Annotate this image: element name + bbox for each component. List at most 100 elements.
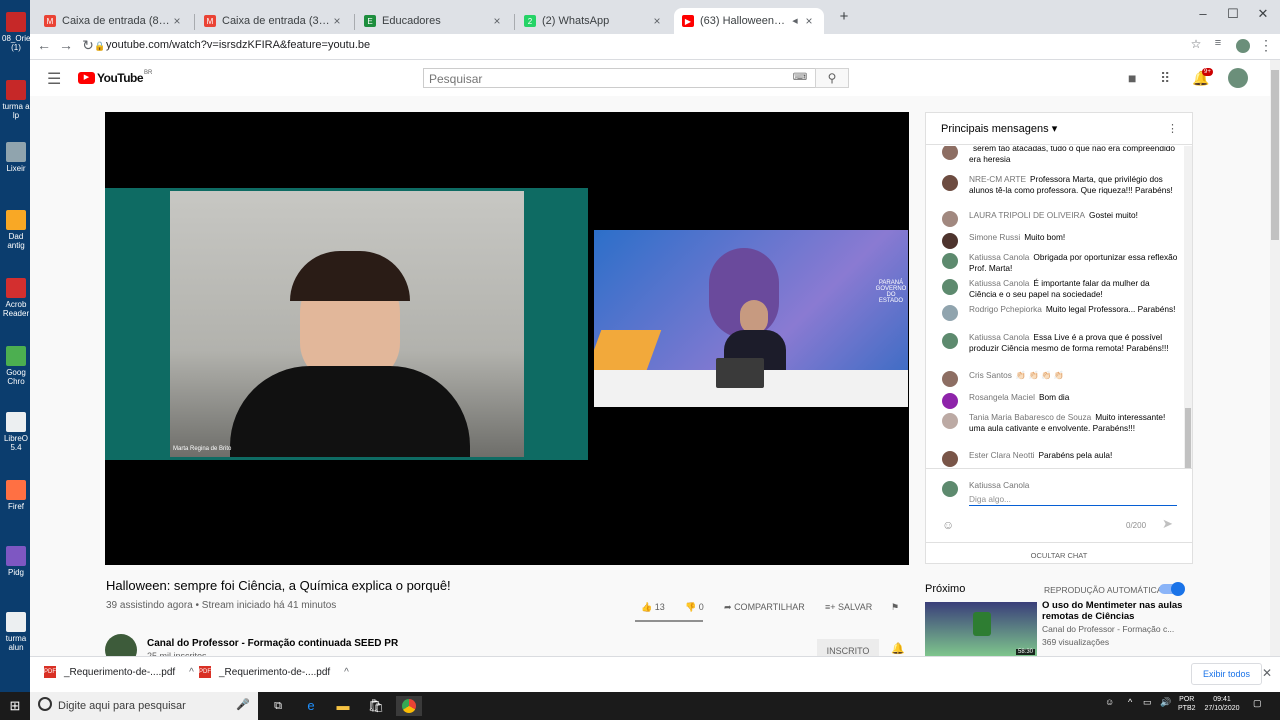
chrome-taskbar-icon[interactable] <box>396 696 422 716</box>
chat-scrollbar[interactable] <box>1184 146 1192 468</box>
hide-chat-button[interactable]: OCULTAR CHAT <box>926 542 1192 560</box>
maximize-button[interactable]: ☐ <box>1218 6 1248 22</box>
desktop-shortcut[interactable]: LibreO 5.4 <box>2 412 30 452</box>
chat-message[interactable]: Katiussa Canola Obrigada por oportunizar … <box>942 252 1178 273</box>
clock[interactable]: 09:41 27/10/2020 <box>1202 695 1242 713</box>
new-tab-button[interactable]: + <box>829 8 859 25</box>
search-input[interactable]: Pesquisar <box>423 68 785 88</box>
account-avatar[interactable] <box>1228 68 1248 88</box>
desktop-shortcut[interactable]: turma a lp <box>2 80 30 120</box>
chat-message[interactable]: Rosangela Maciel Bom dia <box>942 392 1178 409</box>
channel-name[interactable]: Canal do Professor - Formação continuada… <box>147 638 398 649</box>
next-video-channel[interactable]: Canal do Professor - Formação c... <box>1042 624 1190 634</box>
menu-dots-icon[interactable]: ⋮ <box>1256 37 1276 54</box>
page-scrollbar[interactable] <box>1270 60 1280 656</box>
profile-avatar[interactable] <box>1236 39 1250 53</box>
chat-message[interactable]: Simone Russi Muito bom! <box>942 232 1178 249</box>
microphone-icon[interactable]: 🎤 <box>236 698 250 711</box>
browser-tab[interactable]: 2 (2) WhatsApp × <box>516 8 672 34</box>
notification-bell-icon[interactable]: 🔔 <box>891 642 905 655</box>
next-video-title[interactable]: O uso do Mentimeter nas aulas remotas de… <box>1042 600 1190 622</box>
chat-message[interactable]: serem tão atacadas, tudo o que não era c… <box>942 146 1178 164</box>
chat-input[interactable]: Diga algo... <box>969 492 1177 506</box>
close-tab-icon[interactable]: × <box>330 14 344 28</box>
emoji-icon[interactable]: ☺ <box>942 518 954 532</box>
back-icon[interactable]: ← <box>34 37 54 53</box>
send-icon[interactable]: ➤ <box>1162 516 1173 532</box>
close-tab-icon[interactable]: × <box>802 14 816 28</box>
apps-grid-icon[interactable]: ⠿ <box>1160 70 1170 87</box>
people-icon[interactable]: ☺ <box>1105 697 1114 707</box>
input-language[interactable]: POR PTB2 <box>1178 695 1196 713</box>
file-explorer-icon[interactable]: ▬ <box>333 696 353 716</box>
hamburger-icon[interactable]: ☰ <box>47 69 61 89</box>
chat-message[interactable]: Ester Clara Neotti Parabéns pela aula! <box>942 450 1178 467</box>
autoplay-toggle[interactable] <box>1159 582 1185 596</box>
desktop-shortcut[interactable]: Acrob Reader <box>2 278 30 318</box>
chat-message[interactable]: Cris Santos 👏🏻 👏🏻 👏🏻 👏🏻 <box>942 370 1178 387</box>
close-tab-icon[interactable]: × <box>650 14 664 28</box>
chat-message[interactable]: Tania Maria Babaresco de Souza Muito inte… <box>942 412 1178 433</box>
close-tab-icon[interactable]: × <box>490 14 504 28</box>
url-field[interactable]: youtube.com/watch?v=isrsdzKFIRA&feature=… <box>106 39 370 51</box>
start-windows-icon[interactable]: ⊞ <box>5 696 25 716</box>
up-next: Próximo REPRODUÇÃO AUTOMÁTICA 58:30 O us… <box>925 580 1193 656</box>
show-all-downloads-button[interactable]: Exibir todos <box>1191 663 1263 685</box>
share-button[interactable]: ➦ COMPARTILHAR <box>724 602 805 613</box>
search-button[interactable]: ⚲ <box>815 68 849 88</box>
download-item[interactable]: PDF _Requerimento-de-....pdf ^ <box>44 666 194 678</box>
browser-tab[interactable]: M Caixa de entrada (8) - katiussa.c× <box>36 8 192 34</box>
network-icon[interactable]: ▭ <box>1143 697 1152 708</box>
browser-tab[interactable]: ▶ (63) Halloween: sempre foi C◀× <box>674 8 824 34</box>
chevron-up-icon[interactable]: ^ <box>189 667 194 678</box>
desktop-shortcut[interactable]: turma alun <box>2 612 30 652</box>
minimize-button[interactable]: – <box>1188 6 1218 21</box>
audio-playing-icon[interactable]: ◀ <box>788 17 802 25</box>
media-control-icon[interactable]: ≡ <box>1208 37 1228 49</box>
save-button[interactable]: ≡+ SALVAR <box>825 602 872 612</box>
forward-icon[interactable]: → <box>56 37 76 53</box>
keyboard-icon[interactable]: ⌨ <box>785 68 815 88</box>
youtube-logo[interactable]: ▶ YouTube BR <box>78 70 152 85</box>
chat-message[interactable]: Katiussa Canola Essa Live é a prova que é… <box>942 332 1178 353</box>
chat-menu-icon[interactable]: ⋮ <box>1167 122 1178 135</box>
address-bar: ← → ↻ 🔒 youtube.com/watch?v=isrsdzKFIRA&… <box>30 34 1280 60</box>
chat-message[interactable]: Katiussa Canola É importante falar da mul… <box>942 278 1178 299</box>
desktop-shortcut[interactable]: Pidg <box>2 546 30 586</box>
taskbar-search[interactable]: Digite aqui para pesquisar 🎤 <box>30 692 258 720</box>
dislike-button[interactable]: 👎 0 <box>685 602 704 613</box>
next-video-thumbnail[interactable]: 58:30 <box>925 602 1037 656</box>
chat-message[interactable]: LAURA TRIPOLI DE OLIVEIRA Gostei muito! <box>942 210 1178 227</box>
chevron-up-icon[interactable]: ^ <box>344 667 349 678</box>
report-flag-icon[interactable]: ⚑ <box>891 602 899 613</box>
chat-message[interactable]: NRE-CM ARTE Professora Marta, que privilé… <box>942 174 1178 195</box>
desktop-shortcut[interactable]: Firef <box>2 480 30 520</box>
chat-message[interactable]: Rodrigo Pchepiorka Muito legal Professora… <box>942 304 1178 321</box>
download-item[interactable]: PDF _Requerimento-de-....pdf ^ <box>199 666 349 678</box>
video-player[interactable]: Marta Regina de Brito PARANÁ GOVERNO DO … <box>105 112 909 565</box>
action-center-icon[interactable]: ▢ <box>1253 698 1262 709</box>
close-window-button[interactable]: ✕ <box>1248 6 1278 22</box>
author-avatar <box>942 233 958 249</box>
store-icon[interactable]: 🛍 <box>366 696 386 716</box>
volume-icon[interactable]: 🔊 <box>1160 697 1171 708</box>
author-avatar <box>942 333 958 349</box>
task-view-icon[interactable]: ⧉ <box>268 696 288 716</box>
create-video-icon[interactable]: ■ <box>1128 70 1136 86</box>
desktop-shortcut[interactable]: Lixeir <box>2 142 30 182</box>
desktop-shortcut[interactable]: 08_Orie (1) <box>2 12 30 52</box>
like-button[interactable]: 👍 13 <box>641 602 665 613</box>
browser-tab[interactable]: E Educadores × <box>356 8 512 34</box>
desktop-shortcut[interactable]: Dad antig <box>2 210 30 250</box>
tab-title: Caixa de entrada (3) - nrecpm.e <box>222 15 330 27</box>
tray-chevron-icon[interactable]: ^ <box>1128 697 1132 707</box>
browser-tab[interactable]: M Caixa de entrada (3) - nrecpm.e× <box>196 8 352 34</box>
bookmark-star-icon[interactable]: ☆ <box>1186 37 1206 51</box>
shortcut-label: turma alun <box>5 634 27 652</box>
lock-icon[interactable]: 🔒 <box>94 41 105 52</box>
close-download-bar-icon[interactable]: ✕ <box>1262 666 1272 680</box>
desktop-shortcut[interactable]: Goog Chro <box>2 346 30 386</box>
edge-browser-icon[interactable]: e <box>301 696 321 716</box>
close-tab-icon[interactable]: × <box>170 14 184 28</box>
chat-mode-dropdown[interactable]: Principais mensagens ▾ <box>941 123 1057 135</box>
